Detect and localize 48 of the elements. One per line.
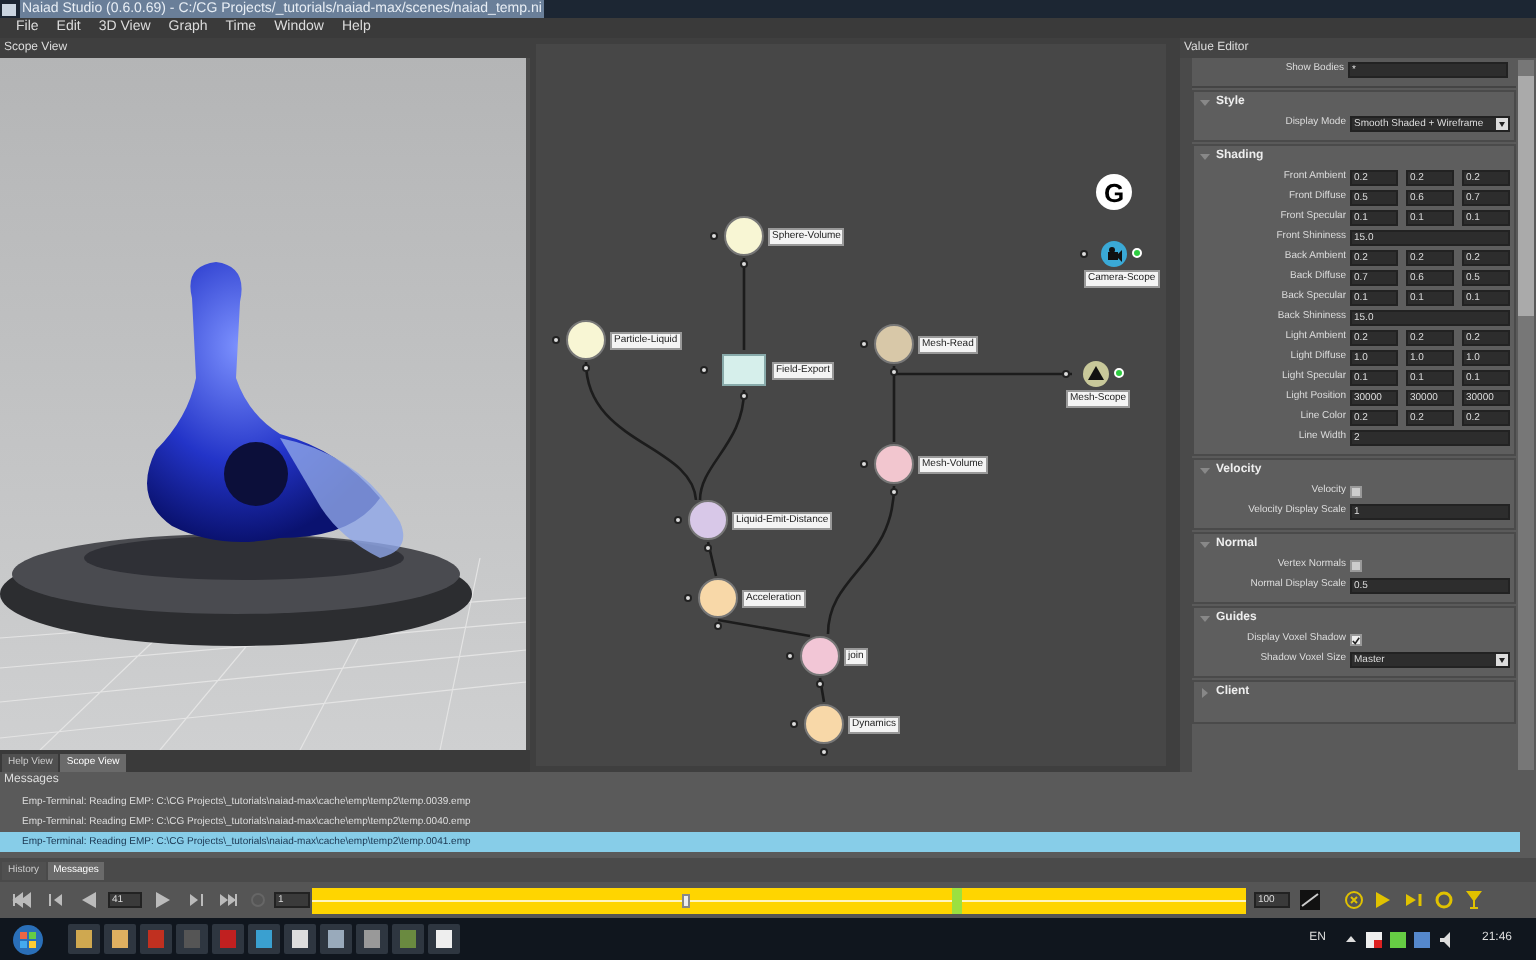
graph-node[interactable] xyxy=(800,636,840,676)
skip-start-icon[interactable] xyxy=(12,892,32,908)
step-back-icon[interactable] xyxy=(48,892,64,908)
curve-icon[interactable] xyxy=(1300,890,1320,910)
network-icon[interactable] xyxy=(1413,931,1430,947)
graph-node[interactable] xyxy=(804,704,844,744)
start-button[interactable] xyxy=(12,923,44,955)
volume-icon[interactable] xyxy=(1437,931,1454,947)
play-icon[interactable] xyxy=(154,890,172,910)
timeline-handle[interactable] xyxy=(682,893,691,907)
connector-line xyxy=(717,618,811,638)
taskbar-app-icon[interactable] xyxy=(320,924,352,954)
scrollbar[interactable] xyxy=(1518,60,1534,770)
taskbar-app-icon[interactable] xyxy=(356,924,388,954)
filter-icon[interactable] xyxy=(1466,890,1482,910)
graph-node[interactable] xyxy=(566,320,606,360)
stop-icon[interactable] xyxy=(1344,890,1364,910)
graph-node[interactable] xyxy=(698,578,738,618)
step-forward-icon[interactable] xyxy=(188,892,204,908)
play-icon[interactable] xyxy=(1374,890,1392,910)
graph-node[interactable] xyxy=(1082,360,1110,388)
caret-icon[interactable] xyxy=(1496,118,1508,130)
graph-node[interactable] xyxy=(722,354,766,386)
step-forward-icon[interactable] xyxy=(1404,892,1422,908)
play-reverse-icon[interactable] xyxy=(80,890,98,910)
app-icon xyxy=(2,3,16,15)
checkbox[interactable] xyxy=(1350,560,1362,572)
connector-line xyxy=(742,258,746,350)
loop-icon[interactable] xyxy=(1434,890,1454,910)
tray-expand-icon[interactable] xyxy=(1345,934,1356,944)
connector-line xyxy=(706,541,718,577)
timeline-track[interactable] xyxy=(312,887,1246,913)
connector-line xyxy=(818,677,826,703)
checkbox[interactable] xyxy=(1350,486,1362,498)
skip-end-icon[interactable] xyxy=(218,892,238,908)
tray-app-icon[interactable] xyxy=(1389,931,1406,947)
caret-icon[interactable] xyxy=(1496,654,1508,666)
logo: G xyxy=(1096,174,1132,210)
graph-node[interactable] xyxy=(1100,240,1128,268)
graph-node[interactable] xyxy=(874,324,914,364)
taskbar-app-icon[interactable] xyxy=(428,924,460,954)
graph-node[interactable] xyxy=(874,444,914,484)
taskbar-app-icon[interactable] xyxy=(104,924,136,954)
graph-node[interactable] xyxy=(688,500,728,540)
taskbar-app-icon[interactable] xyxy=(284,924,316,954)
graph-node[interactable] xyxy=(724,216,764,256)
taskbar-app-icon[interactable] xyxy=(68,924,100,954)
keyframe-marker xyxy=(952,887,962,913)
